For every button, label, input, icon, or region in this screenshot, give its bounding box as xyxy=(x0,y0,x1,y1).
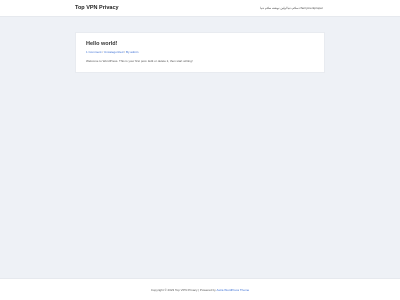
post-card: Hello world! 1 Comment / Uncategorized /… xyxy=(75,32,325,73)
category-link[interactable]: Uncategorized xyxy=(104,50,123,54)
header-nav-link[interactable]: سلام دنیا اولین نوشته سلام دنیا cherryme… xyxy=(260,6,323,10)
site-footer: Copyright © 2023 Top VPN Privacy | Power… xyxy=(0,278,400,300)
footer-copyright: Copyright © 2023 Top VPN Privacy | Power… xyxy=(0,288,400,292)
author-link[interactable]: By admin xyxy=(126,50,139,54)
site-title-link[interactable]: Top VPN Privacy xyxy=(75,5,119,11)
post-meta: 1 Comment / Uncategorized / By admin xyxy=(86,50,138,54)
post-excerpt: Welcome to WordPress. This is your first… xyxy=(86,59,193,63)
copyright-text: Copyright © 2023 Top VPN Privacy | Power… xyxy=(150,288,216,292)
theme-link[interactable]: Astra WordPress Theme xyxy=(216,288,249,292)
post-title[interactable]: Hello world! xyxy=(86,41,117,47)
comments-link[interactable]: 1 Comment xyxy=(86,50,102,54)
site-header: Top VPN Privacy سلام دنیا اولین نوشته سل… xyxy=(0,0,400,17)
